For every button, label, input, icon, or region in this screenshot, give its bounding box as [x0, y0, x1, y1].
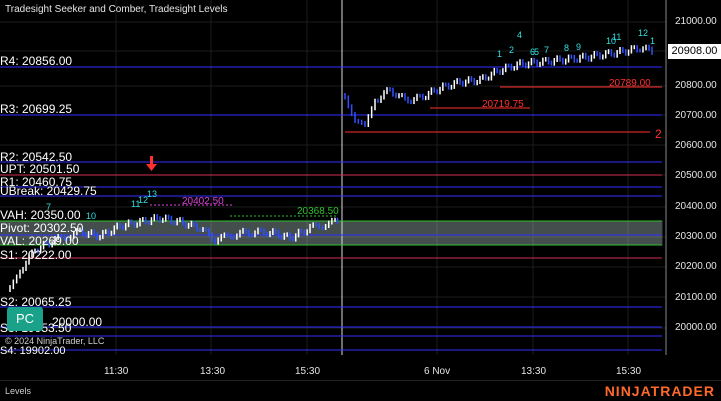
- copyright-text: © 2024 NinjaTrader, LLC: [5, 336, 105, 346]
- level-label-upt: UPT: 20501.50: [0, 162, 80, 176]
- price-chart[interactable]: 20402.50 20368.50 20719.75 20789.00 2 7 …: [0, 0, 721, 400]
- time-tick: 11:30: [104, 366, 129, 377]
- price-tick: 20500.00: [675, 170, 717, 181]
- annotation-label: 20402.50: [182, 196, 224, 207]
- count-label: 6: [530, 47, 535, 57]
- level-label-vah: VAH: 20350.00: [0, 208, 81, 222]
- price-tick: 20700.00: [675, 110, 717, 121]
- tab-levels[interactable]: Levels: [5, 386, 31, 396]
- annotation-label: 20789.00: [609, 78, 651, 89]
- price-tick: 20400.00: [675, 201, 717, 212]
- price-tick: 20000.00: [675, 322, 717, 333]
- time-tick: 15:30: [616, 366, 642, 377]
- count-label: 8: [564, 43, 569, 53]
- count-label: 1: [497, 49, 502, 59]
- count-label: 11: [612, 32, 621, 42]
- annotation-label: 2: [655, 127, 662, 141]
- count-label: 13: [147, 189, 157, 199]
- price-tick: 20800.00: [675, 80, 717, 91]
- count-label: 9: [576, 42, 581, 52]
- pc-button[interactable]: PC: [7, 307, 43, 331]
- current-price-badge: 20908.00: [668, 44, 721, 59]
- annotation-label: 20368.50: [297, 206, 339, 217]
- level-label-s4: S4: 19902.00: [0, 345, 66, 357]
- level-label-pivot: Pivot: 20302.50: [0, 221, 84, 235]
- level-label-r3: R3: 20699.25: [0, 102, 73, 116]
- level-label-r4: R4: 20856.00: [0, 54, 73, 68]
- price-tick: 20200.00: [675, 261, 717, 272]
- count-label: 7: [544, 45, 549, 55]
- time-tick: 13:30: [200, 366, 226, 377]
- ninjatrader-logo: NINJATRADER: [604, 383, 715, 399]
- bottom-tab-bar: Levels NINJATRADER: [0, 380, 721, 401]
- time-tick: 15:30: [295, 366, 321, 377]
- price-tick: 20100.00: [675, 292, 717, 303]
- count-label: 1: [650, 36, 655, 46]
- count-label: 4: [517, 30, 522, 40]
- time-tick: 13:30: [521, 366, 547, 377]
- level-label-s1: S1: 20222.00: [0, 248, 72, 262]
- price-tick: 20600.00: [675, 140, 717, 151]
- time-tick: 6 Nov: [424, 366, 451, 377]
- level-label-val: VAL: 20269.00: [0, 234, 79, 248]
- level-label-ubreak: UBreak: 20429.75: [0, 184, 97, 198]
- count-label: 10: [86, 211, 96, 221]
- price-tick: 21000.00: [675, 16, 717, 27]
- annotation-label: 20719.75: [482, 99, 524, 110]
- count-label: 2: [509, 45, 514, 55]
- price-tick: 20300.00: [675, 231, 717, 242]
- count-label: 12: [638, 28, 648, 38]
- plot-area[interactable]: [0, 0, 666, 355]
- chart-title: Tradesight Seeker and Comber, Tradesight…: [5, 4, 228, 15]
- value-area-band: [0, 220, 663, 246]
